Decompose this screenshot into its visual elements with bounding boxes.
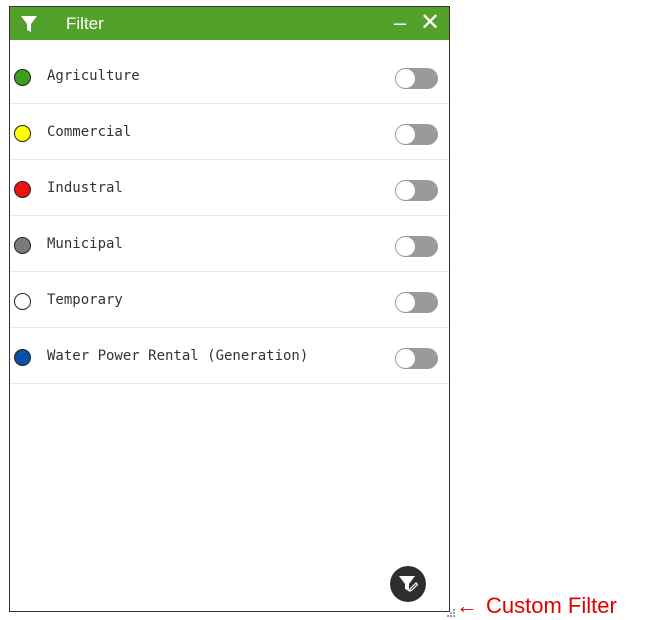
filter-icon [21,16,37,33]
filter-row-industral[interactable]: Industral [10,160,449,216]
filter-toggle[interactable] [395,180,438,201]
panel-title: Filter [66,14,104,33]
category-color-dot [14,237,31,254]
panel-titlebar[interactable]: Filter – ✕ [10,7,449,40]
filter-toggle[interactable] [395,236,438,257]
custom-filter-annotation: ← Custom Filter [456,592,617,620]
filter-toggle[interactable] [395,124,438,145]
minimize-button[interactable]: – [391,7,409,40]
left-arrow-icon: ← [456,593,478,618]
category-color-dot [14,181,31,198]
toggle-knob [396,181,415,200]
filter-row-commercial[interactable]: Commercial [10,104,449,160]
toggle-knob [396,237,415,256]
toggle-knob [396,125,415,144]
filter-label: Water Power Rental (Generation) [47,348,309,364]
filter-toggle[interactable] [395,68,438,89]
filter-label: Industral [47,180,123,196]
filter-row-water-power-rental[interactable]: Water Power Rental (Generation) [10,328,449,384]
annotation-text: Custom Filter [486,593,617,618]
filter-label: Agriculture [47,68,140,84]
filter-label: Municipal [47,236,123,252]
filter-row-municipal[interactable]: Municipal [10,216,449,272]
filter-row-temporary[interactable]: Temporary [10,272,449,328]
filter-toggle[interactable] [395,292,438,313]
custom-filter-button[interactable] [390,566,426,602]
filter-toggle[interactable] [395,348,438,369]
filter-edit-icon [399,576,418,592]
filter-panel: Filter – ✕ Agriculture Commercial Indust… [9,6,455,617]
filter-list: Agriculture Commercial Industral Municip… [10,48,449,384]
category-color-dot [14,293,31,310]
category-color-dot [14,69,31,86]
filter-row-agriculture[interactable]: Agriculture [10,48,449,104]
close-button[interactable]: ✕ [419,7,441,40]
category-color-dot [14,349,31,366]
toggle-knob [396,349,415,368]
toggle-knob [396,69,415,88]
filter-label: Commercial [47,124,132,140]
category-color-dot [14,125,31,142]
toggle-knob [396,293,415,312]
filter-label: Temporary [47,292,123,308]
